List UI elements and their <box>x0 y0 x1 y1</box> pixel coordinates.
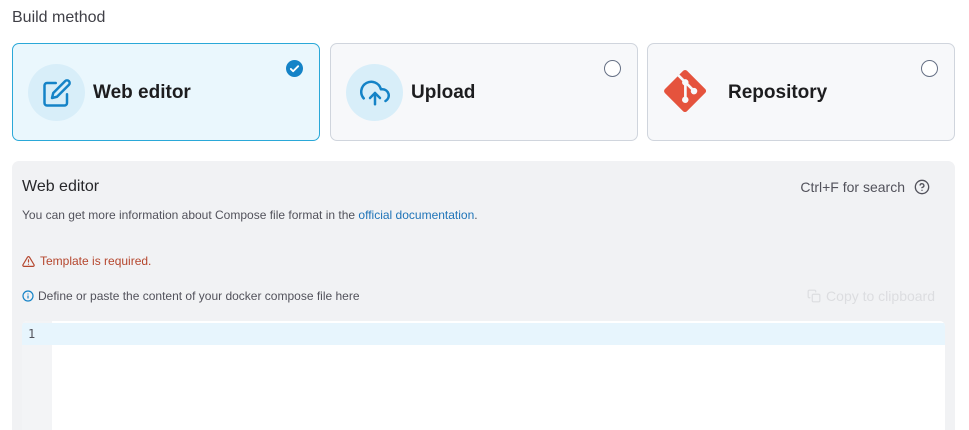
web-editor-radio[interactable] <box>286 60 303 77</box>
editor-title: Web editor <box>22 178 100 195</box>
build-method-title: Build method <box>12 9 106 26</box>
compose-code-editor[interactable]: 1 <box>22 321 945 430</box>
info-icon <box>22 290 34 302</box>
compose-info-text: You can get more information about Compo… <box>22 208 478 222</box>
repository-label: Repository <box>728 82 828 103</box>
warning-icon <box>22 255 35 267</box>
web-editor-label: Web editor <box>93 82 191 103</box>
edit-icon-circle <box>28 64 85 121</box>
line-number: 1 <box>28 327 36 341</box>
copy-to-clipboard-button[interactable]: Copy to clipboard <box>807 288 935 304</box>
build-method-repository[interactable]: Repository <box>647 43 955 141</box>
build-method-web-editor[interactable]: Web editor <box>12 43 320 141</box>
cloud-upload-icon <box>359 80 390 105</box>
copy-label: Copy to clipboard <box>826 288 935 304</box>
active-line-gutter <box>22 323 52 345</box>
help-icon[interactable] <box>914 179 930 195</box>
info-suffix: . <box>474 208 478 222</box>
upload-label: Upload <box>411 82 476 103</box>
search-hint: Ctrl+F for search <box>800 179 905 195</box>
define-content-hint: Define or paste the content of your dock… <box>22 289 360 303</box>
info-prefix: You can get more information about Compo… <box>22 208 359 222</box>
active-line[interactable] <box>52 323 945 345</box>
copy-icon <box>807 289 821 303</box>
error-text: Template is required. <box>40 254 152 268</box>
check-icon <box>289 65 300 73</box>
repository-radio[interactable] <box>921 60 938 77</box>
official-documentation-link[interactable]: official documentation <box>358 208 474 222</box>
edit-icon <box>42 78 71 107</box>
template-required-error: Template is required. <box>22 254 151 268</box>
upload-radio[interactable] <box>604 60 621 77</box>
define-text: Define or paste the content of your dock… <box>38 289 360 303</box>
git-icon <box>664 69 707 113</box>
upload-icon-circle <box>346 64 403 121</box>
web-editor-panel: Web editor Ctrl+F for search You can get… <box>12 161 955 430</box>
build-method-upload[interactable]: Upload <box>330 43 638 141</box>
